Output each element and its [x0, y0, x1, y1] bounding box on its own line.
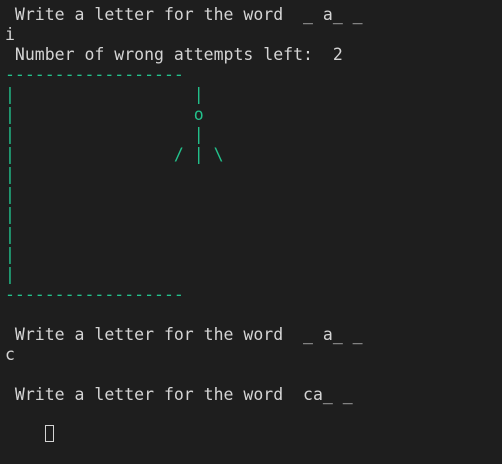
- gallows-line-post: |: [5, 165, 15, 184]
- prompt-line: Write a letter for the word _ a_ _: [5, 325, 363, 344]
- text-cursor[interactable]: [44, 425, 54, 442]
- gallows-line-rope: | |: [5, 85, 204, 104]
- prompt-line: Write a letter for the word ca_ _: [5, 385, 353, 404]
- prompt-line: Write a letter for the word _ a_ _: [5, 5, 363, 24]
- gallows-line-head: | o: [5, 105, 204, 124]
- gallows-bottom-border: ------------------: [5, 285, 184, 304]
- gallows-line-post: |: [5, 265, 15, 284]
- gallows-line-post: |: [5, 185, 15, 204]
- input-cursor-line[interactable]: [5, 404, 54, 442]
- gallows-line-post: |: [5, 225, 15, 244]
- gallows-top-border: ------------------: [5, 65, 184, 84]
- gallows-line-arms: | / | \: [5, 145, 224, 164]
- terminal-window[interactable]: Write a letter for the word _ a_ _ i Num…: [0, 0, 502, 442]
- attempts-left-line: Number of wrong attempts left: 2: [5, 45, 343, 64]
- gallows-line-post: |: [5, 205, 15, 224]
- gallows-line-torso: | |: [5, 125, 204, 144]
- user-input-line: c: [5, 345, 15, 364]
- gallows-line-post: |: [5, 245, 15, 264]
- user-input-line: i: [5, 25, 15, 44]
